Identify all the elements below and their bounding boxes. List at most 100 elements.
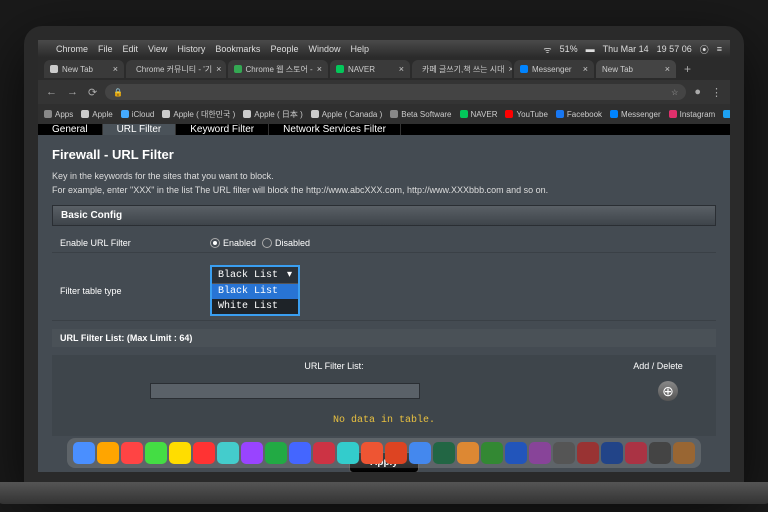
bookmark-icloud[interactable]: iCloud <box>121 110 155 119</box>
dock-app-icon[interactable] <box>241 442 263 464</box>
tab-network-services-filter[interactable]: Network Services Filter <box>269 124 401 135</box>
dock-app-icon[interactable] <box>673 442 695 464</box>
enabled-radio[interactable]: Enabled <box>210 238 256 248</box>
tab-7[interactable]: New Tab × <box>596 60 676 78</box>
dock-app-icon[interactable] <box>73 442 95 464</box>
lock-icon: 🔒 <box>113 88 123 97</box>
menu-file[interactable]: File <box>98 44 113 54</box>
bookmark-apple-jp[interactable]: Apple ( 日本 ) <box>243 109 302 120</box>
dock-app-icon[interactable] <box>505 442 527 464</box>
new-tab-button[interactable]: + <box>678 62 697 76</box>
dock-app-icon[interactable] <box>433 442 455 464</box>
bookmark-youtube[interactable]: YouTube <box>505 110 547 119</box>
tab-4[interactable]: NAVER × <box>330 60 410 78</box>
menu-history[interactable]: History <box>177 44 205 54</box>
battery-percent: 51% <box>560 44 578 54</box>
add-button[interactable]: ⊕ <box>658 381 678 401</box>
tab-3[interactable]: Chrome 웹 스토어 - × <box>228 60 328 78</box>
close-icon[interactable]: × <box>665 64 670 74</box>
profile-icon[interactable]: ● <box>692 86 703 98</box>
back-button[interactable]: ← <box>44 86 59 98</box>
macos-dock <box>67 438 701 468</box>
dock-app-icon[interactable] <box>265 442 287 464</box>
dock-app-icon[interactable] <box>169 442 191 464</box>
menu-bookmarks[interactable]: Bookmarks <box>215 44 260 54</box>
dock-app-icon[interactable] <box>409 442 431 464</box>
battery-icon[interactable]: ▬ <box>586 44 595 54</box>
menu-people[interactable]: People <box>270 44 298 54</box>
bookmark-instagram[interactable]: Instagram <box>669 110 716 119</box>
bookmark-naver[interactable]: NAVER <box>460 110 498 119</box>
menu-edit[interactable]: Edit <box>123 44 139 54</box>
search-icon[interactable]: ⦿ <box>700 43 709 56</box>
option-black-list[interactable]: Black List <box>212 284 298 299</box>
apps-button[interactable]: Apps <box>44 110 73 119</box>
menu-view[interactable]: View <box>148 44 167 54</box>
dock-app-icon[interactable] <box>577 442 599 464</box>
menu-icon[interactable]: ⋮ <box>709 86 724 99</box>
star-icon[interactable]: ☆ <box>671 88 678 97</box>
close-icon[interactable]: × <box>583 64 588 74</box>
reload-button[interactable]: ⟳ <box>86 86 99 99</box>
dock-app-icon[interactable] <box>529 442 551 464</box>
dock-app-icon[interactable] <box>625 442 647 464</box>
bookmark-apple[interactable]: Apple <box>81 110 112 119</box>
disabled-radio[interactable]: Disabled <box>262 238 310 248</box>
dock-app-icon[interactable] <box>601 442 623 464</box>
naver-icon <box>336 65 344 73</box>
menu-help[interactable]: Help <box>350 44 369 54</box>
close-icon[interactable]: × <box>317 64 322 74</box>
close-icon[interactable]: × <box>509 64 513 74</box>
chevron-down-icon: ▾ <box>287 269 292 281</box>
option-white-list[interactable]: White List <box>212 299 298 314</box>
dock-app-icon[interactable] <box>217 442 239 464</box>
tab-label: Messenger <box>532 65 572 74</box>
col-add-delete: Add / Delete <box>608 361 708 371</box>
dock-app-icon[interactable] <box>553 442 575 464</box>
url-filter-input[interactable] <box>150 383 420 399</box>
bookmark-apple-ca[interactable]: Apple ( Canada ) <box>311 110 382 119</box>
bookmark-messenger[interactable]: Messenger <box>610 110 661 119</box>
menu-chrome[interactable]: Chrome <box>56 44 88 54</box>
close-icon[interactable]: × <box>113 64 118 74</box>
filter-type-select[interactable]: Black List ▾ Black List White List <box>210 265 300 316</box>
globe-icon <box>50 65 58 73</box>
tab-label: NAVER <box>348 65 375 74</box>
tab-6[interactable]: Messenger × <box>514 60 594 78</box>
date: Thu Mar 14 <box>603 44 649 54</box>
tab-general[interactable]: General <box>38 124 103 135</box>
dock-app-icon[interactable] <box>481 442 503 464</box>
forward-button[interactable]: → <box>65 86 80 98</box>
bookmark-apple-kr[interactable]: Apple ( 대한민국 ) <box>162 109 235 120</box>
tab-label: 카페 글쓰기,책 쓰는 시대 <box>422 64 505 75</box>
dock-app-icon[interactable] <box>289 442 311 464</box>
browser-tabs-bar: New Tab × Chrome 커뮤니티 - '기 × Chrome 웹 스토… <box>38 58 730 80</box>
tab-keyword-filter[interactable]: Keyword Filter <box>176 124 269 135</box>
bookmark-facebook[interactable]: Facebook <box>556 110 602 119</box>
menu-window[interactable]: Window <box>308 44 340 54</box>
address-bar: ← → ⟳ 🔒 ☆ ● ⋮ <box>38 80 730 104</box>
close-icon[interactable]: × <box>399 64 404 74</box>
dock-app-icon[interactable] <box>457 442 479 464</box>
dock-app-icon[interactable] <box>121 442 143 464</box>
close-icon[interactable]: × <box>216 64 221 74</box>
dock-app-icon[interactable] <box>145 442 167 464</box>
tab-1[interactable]: New Tab × <box>44 60 124 78</box>
col-url-filter-list: URL Filter List: <box>60 361 608 371</box>
dock-app-icon[interactable] <box>385 442 407 464</box>
tab-5[interactable]: 카페 글쓰기,책 쓰는 시대 × <box>412 60 512 78</box>
dock-app-icon[interactable] <box>193 442 215 464</box>
tab-url-filter[interactable]: URL Filter <box>103 124 177 135</box>
wifi-icon[interactable]: ᯤ <box>543 43 551 56</box>
dock-app-icon[interactable] <box>337 442 359 464</box>
basic-config-header: Basic Config <box>52 205 716 226</box>
bookmark-beta[interactable]: Beta Software <box>390 110 451 119</box>
dock-app-icon[interactable] <box>313 442 335 464</box>
dock-app-icon[interactable] <box>649 442 671 464</box>
dock-app-icon[interactable] <box>97 442 119 464</box>
bookmark-twitter[interactable]: 트위터 <box>723 109 730 120</box>
tab-2[interactable]: Chrome 커뮤니티 - '기 × <box>126 60 226 78</box>
url-input[interactable]: 🔒 ☆ <box>105 84 686 100</box>
menubar-extra-icon[interactable]: ≡ <box>717 44 722 54</box>
dock-app-icon[interactable] <box>361 442 383 464</box>
